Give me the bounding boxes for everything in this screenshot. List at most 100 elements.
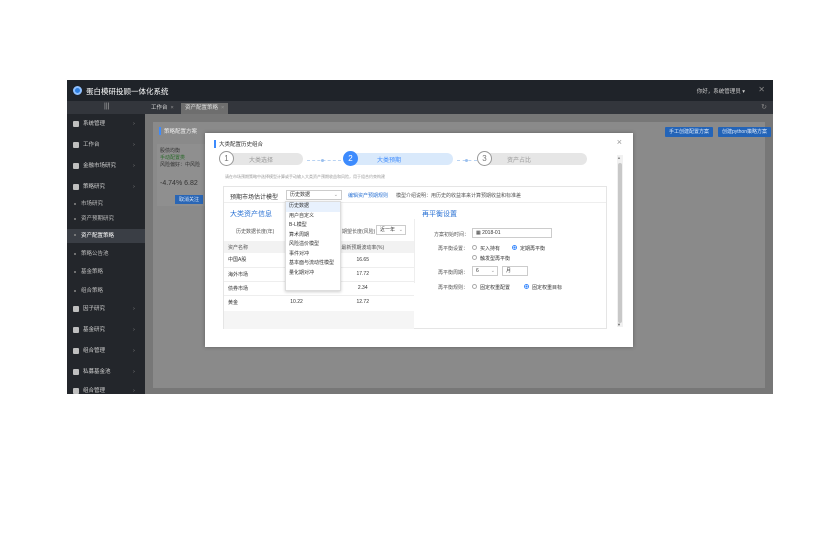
- step-2[interactable]: 2 大类预期: [343, 151, 453, 166]
- period-select[interactable]: 6 ⌄: [472, 266, 498, 276]
- edit-rules-link[interactable]: 编辑资产预期规则: [348, 192, 388, 199]
- sidebar-item-label: 金融市场研究: [83, 163, 117, 169]
- sidebar-subitem-label: 组合策略: [81, 288, 104, 294]
- sidebar-item-workbench[interactable]: 工作台 ›: [67, 139, 145, 151]
- sidebar-item-label: 私募基金池: [83, 369, 111, 375]
- dropdown-option[interactable]: 历史数据: [286, 202, 340, 212]
- chevron-down-icon: ⌄: [490, 268, 495, 274]
- step-number: 3: [477, 151, 492, 166]
- radio-label: 触发型再平衡: [480, 256, 511, 262]
- strategy-return-value: -4.74%: [160, 180, 183, 187]
- scrollbar-thumb[interactable]: [618, 163, 622, 323]
- radio-label: 定期再平衡: [520, 246, 546, 252]
- sidebar-item-label: 策略研究: [83, 184, 106, 190]
- chevron-right-icon: ›: [133, 163, 135, 169]
- sidebar-item-label: 组合管理: [83, 348, 106, 354]
- sidebar-subitem[interactable]: 策略公告池: [67, 248, 145, 260]
- radio-fixed-weight-target[interactable]: [524, 284, 529, 289]
- strategy-return-value-2: 6.82: [184, 180, 198, 187]
- sidebar-item-system[interactable]: 系统管理 ›: [67, 118, 145, 130]
- chevron-right-icon: ›: [133, 327, 135, 333]
- sidebar-subitem[interactable]: 市场研究: [67, 198, 145, 210]
- menu-toggle-icon[interactable]: |||: [104, 103, 109, 110]
- sidebar-subitem-active[interactable]: 资产配置策略: [67, 229, 145, 243]
- model-description: 模型介绍说明：用历史的收益率来计算预期收益和标准差: [396, 193, 522, 199]
- bullet-icon: [74, 203, 76, 205]
- risk-length-select[interactable]: 近一年 ⌄: [376, 225, 406, 235]
- scroll-down-icon[interactable]: ▼: [617, 322, 621, 327]
- python-create-button[interactable]: 创建python策略方案: [717, 127, 771, 137]
- bullet-icon: [74, 218, 76, 220]
- radio-trigger-rebalance[interactable]: [472, 255, 477, 260]
- strategy-card[interactable]: 股债均衡 手动配置类 风险偏好：中风险 -4.74% 6.82 取消关注: [157, 144, 205, 206]
- chevron-down-icon: ›: [133, 184, 135, 190]
- sidebar-item-fund[interactable]: 基金研究 ›: [67, 324, 145, 336]
- sidebar-item-portfolio-mgmt[interactable]: 组合管理 ›: [67, 385, 145, 394]
- step-number: 1: [219, 151, 234, 166]
- select-value: 近一年: [380, 227, 396, 233]
- manual-create-button[interactable]: 手工创建配置方案: [664, 127, 713, 137]
- connector-dot: [465, 159, 468, 162]
- user-menu[interactable]: 你好，系统管理员 ▾: [697, 87, 745, 95]
- step-label: 大类选择: [249, 158, 274, 164]
- sidebar-item-portfolio[interactable]: 组合管理 ›: [67, 345, 145, 357]
- top-bar: 蛋白模研投顾一体化系统 你好，系统管理员 ▾ ✕: [67, 80, 773, 101]
- scroll-up-icon[interactable]: ▲: [617, 155, 621, 160]
- unfollow-button[interactable]: 取消关注: [175, 195, 204, 204]
- dropdown-option[interactable]: 事件对冲: [286, 250, 340, 260]
- model-row: 预期市场估计模型 历史数据 ⌄ 编辑资产预期规则 模型介绍说明：用历史的收益率来计…: [224, 187, 606, 203]
- tab-asset-allocation[interactable]: 资产配置策略 ×: [181, 103, 229, 114]
- step-label: 大类预期: [377, 158, 402, 164]
- sidebar-item-private-fund[interactable]: 私募基金池 ›: [67, 366, 145, 378]
- input-value: 2018-01: [482, 230, 501, 236]
- sidebar-item-factor[interactable]: 因子研究 ›: [67, 303, 145, 315]
- rule-label: 再平衡规则：: [438, 285, 469, 291]
- dropdown-option[interactable]: 算术周期: [286, 231, 340, 241]
- rebalance-setting-label: 再平衡设置：: [438, 246, 469, 252]
- tab-close-icon[interactable]: ×: [171, 105, 174, 111]
- settings-icon: [73, 121, 79, 127]
- dropdown-option[interactable]: 基本面与流动性模型: [286, 259, 340, 269]
- dropdown-option[interactable]: 用户自定义: [286, 212, 340, 222]
- briefcase-icon: [73, 348, 79, 354]
- chevron-right-icon: ›: [133, 306, 135, 312]
- sidebar-subitem-label: 策略公告池: [81, 251, 109, 257]
- grid-icon: [73, 184, 79, 190]
- close-icon[interactable]: ×: [617, 137, 622, 147]
- tab-workbench[interactable]: 工作台 ×: [147, 103, 178, 114]
- expectation-panel: 预期市场估计模型 历史数据 ⌄ 编辑资产预期规则 模型介绍说明：用历史的收益率来计…: [223, 186, 607, 329]
- bullet-icon: [74, 234, 76, 236]
- table-cell: 中国A股: [224, 253, 282, 268]
- sidebar-subitem[interactable]: 组合策略: [67, 285, 145, 297]
- estimate-model-select[interactable]: 历史数据 ⌄: [286, 190, 342, 200]
- period-unit-select[interactable]: 月: [502, 266, 528, 276]
- database-icon: [73, 369, 79, 375]
- estimate-model-dropdown: 历史数据 用户自定义 B-L模型 算术周期 风险溢价模型 事件对冲 基本面与流动…: [285, 201, 341, 291]
- strategy-return: -4.74% 6.82: [160, 180, 202, 187]
- sidebar-item-label: 因子研究: [83, 306, 106, 312]
- close-icon[interactable]: ✕: [758, 85, 765, 94]
- dropdown-option[interactable]: B-L模型: [286, 221, 340, 231]
- sidebar-subitem[interactable]: 基金策略: [67, 266, 145, 278]
- dropdown-option[interactable]: 风险溢价模型: [286, 240, 340, 250]
- sidebar-item-label: 组合管理: [83, 388, 106, 394]
- dropdown-option[interactable]: 量化期对冲: [286, 269, 340, 279]
- sidebar-item-market[interactable]: 金融市场研究 ›: [67, 160, 145, 172]
- refresh-icon[interactable]: ↻: [761, 103, 767, 111]
- tab-close-icon[interactable]: ×: [221, 105, 224, 111]
- sidebar-item-label: 工作台: [83, 142, 100, 148]
- history-portfolio-modal: 大类配置历史组合 × 1 大类选择 2 大类预期 3 资产占比 请在市场预期策略中选择…: [205, 133, 633, 347]
- radio-fixed-weight-config[interactable]: [472, 284, 477, 289]
- step-connector: [307, 159, 341, 162]
- radio-buy-hold[interactable]: [472, 245, 477, 250]
- modal-scrollbar[interactable]: ▲ ▼: [617, 155, 623, 327]
- start-time-input[interactable]: ▦ 2018-01: [472, 228, 552, 238]
- app-logo-icon: [73, 86, 82, 95]
- radio-periodic-rebalance[interactable]: [512, 245, 517, 250]
- sidebar-subitem[interactable]: 资产预期研究: [67, 213, 145, 225]
- sidebar-item-label: 基金研究: [83, 327, 106, 333]
- sidebar: 系统管理 › 工作台 › 金融市场研究 › 策略研究 › 市场研究 资产预期研究 资产配…: [67, 114, 145, 394]
- step-3[interactable]: 3 资产占比: [477, 151, 587, 166]
- sidebar-item-strategy[interactable]: 策略研究 ›: [67, 181, 145, 193]
- step-1[interactable]: 1 大类选择: [219, 151, 303, 166]
